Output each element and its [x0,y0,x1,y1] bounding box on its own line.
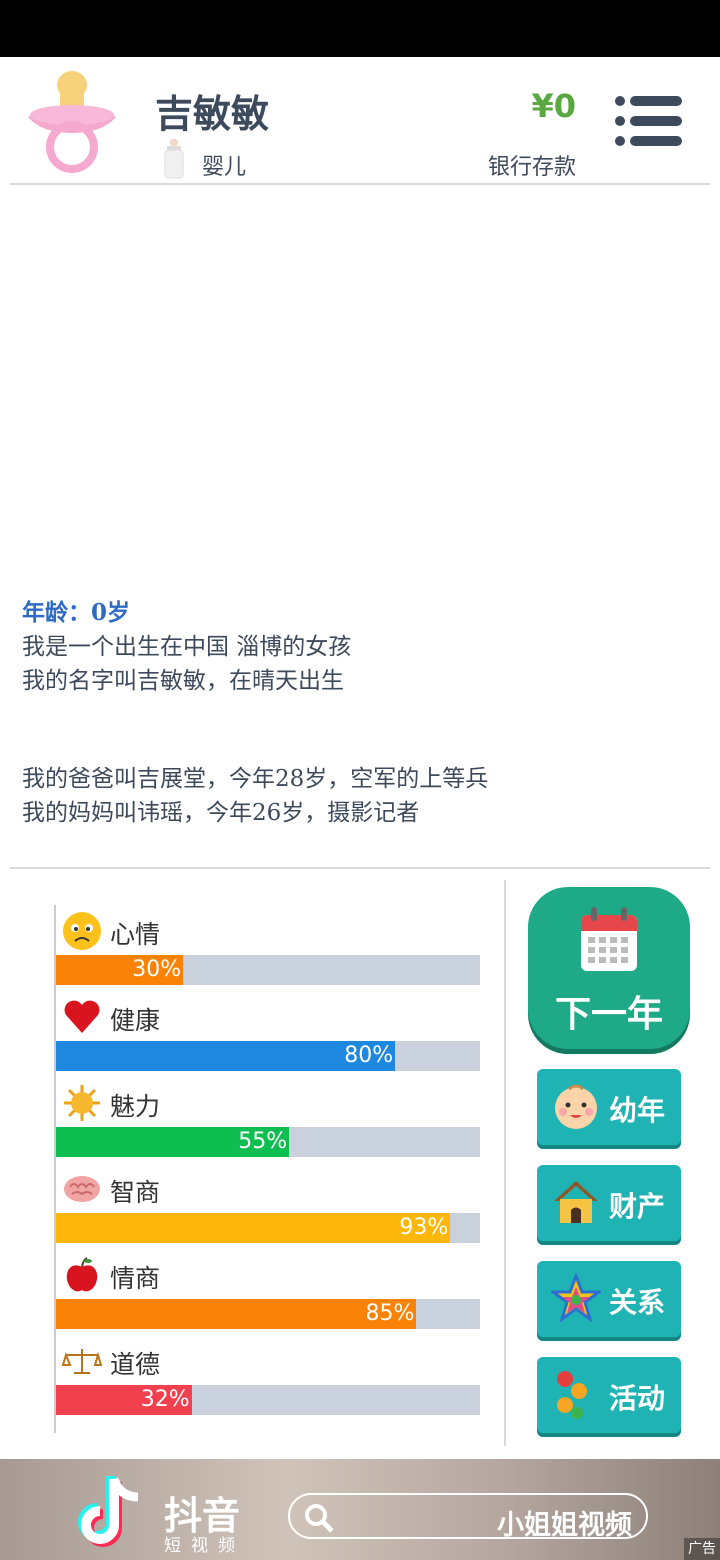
stat-percent: 55% [238,1129,288,1154]
age-line: 年龄：0岁 [22,599,131,626]
story-line: 我是一个出生在中国 淄博的女孩 [22,634,352,660]
panel-divider [504,880,506,1446]
assets-button[interactable]: 财产 [537,1165,681,1241]
assets-label: 财产 [609,1190,666,1223]
star-icon [551,1273,601,1323]
ad-banner[interactable]: 抖音 短视频 小姐姐视频 广告 [0,1459,720,1560]
brain-icon [64,1176,100,1202]
stat-label: 魅力 [110,1092,161,1121]
stat-bar: 32% [56,1385,480,1415]
stats-panel: 心情 30% 健康 80% 魅力 55% 智商 93% 情商 85% 道德 32… [54,905,480,1433]
childhood-button[interactable]: 幼年 [537,1069,681,1145]
dots-icon [557,1371,587,1419]
stat-label: 道德 [110,1350,161,1379]
stat-bar-fill: 30% [56,955,184,985]
life-stage: 婴儿 [202,155,247,180]
story-line: 我的爸爸叫吉展堂，今年28岁，空军的上等兵 [22,766,489,792]
stat-bar-fill: 55% [56,1127,290,1157]
next-year-label: 下一年 [554,994,663,1035]
status-bar [0,0,720,57]
ad-search-text: 小姐姐视频 [497,1510,632,1541]
stat-bar-fill: 32% [56,1385,192,1415]
relations-label: 关系 [609,1286,666,1319]
stat-percent: 30% [132,957,182,982]
bank-balance-label: 银行存款 [487,155,576,180]
baby-bottle-icon [164,139,184,179]
activities-label: 活动 [609,1382,666,1415]
menu-icon[interactable] [612,93,684,149]
sun-icon [64,1085,100,1121]
story-divider [10,867,710,869]
ad-label: 广告 [684,1538,720,1560]
house-icon [554,1181,598,1223]
story-spacer [22,698,702,762]
stat-label: 智商 [110,1178,161,1207]
relations-button[interactable]: 关系 [537,1261,681,1337]
stat-bar-fill: 80% [56,1041,396,1071]
stat-bar: 93% [56,1213,480,1243]
stat-eq: 情商 85% [56,1249,480,1329]
stat-percent: 32% [140,1387,190,1412]
ad-search-bar[interactable]: 小姐姐视频 [288,1493,648,1541]
life-story: 年龄：0岁 我是一个出生在中国 淄博的女孩 我的名字叫吉敏敏，在晴天出生 我的爸… [22,596,702,830]
pacifier-icon [28,71,116,173]
stat-bar: 80% [56,1041,480,1071]
header-divider [10,183,710,185]
stat-health: 健康 80% [56,991,480,1071]
stat-bar-fill: 85% [56,1299,417,1329]
activities-button[interactable]: 活动 [537,1357,681,1433]
stat-morality: 道德 32% [56,1335,480,1415]
stat-label: 情商 [110,1264,161,1293]
next-year-button[interactable]: 下一年 [528,887,690,1049]
stat-bar: 85% [56,1299,480,1329]
stat-bar: 30% [56,955,480,985]
stat-iq: 智商 93% [56,1163,480,1243]
tiktok-logo [78,1476,139,1547]
ad-brand-sub: 短视频 [164,1536,245,1556]
stat-percent: 80% [344,1043,394,1068]
sad-face-icon [63,912,101,950]
stat-label: 健康 [110,1006,161,1035]
search-icon [305,1504,334,1533]
stat-percent: 85% [365,1301,415,1326]
stat-label: 心情 [110,920,161,949]
scales-icon [62,1349,102,1374]
calendar-icon [581,907,637,971]
character-name: 吉敏敏 [155,92,270,136]
stat-bar: 55% [56,1127,480,1157]
bank-balance: ¥0 [531,87,576,125]
profile-header: 吉敏敏 婴儿 ¥0 银行存款 [0,57,720,185]
story-line: 我的妈妈叫讳瑶，今年26岁，摄影记者 [22,800,420,826]
stat-bar-fill: 93% [56,1213,451,1243]
stat-mood: 心情 30% [56,905,480,985]
apple-icon [66,1257,98,1292]
story-line: 我的名字叫吉敏敏，在晴天出生 [22,668,344,694]
stat-percent: 93% [399,1215,449,1240]
stat-charm: 魅力 55% [56,1077,480,1157]
childhood-label: 幼年 [609,1094,666,1127]
baby-face-icon [555,1084,597,1129]
heart-icon [64,1000,100,1033]
